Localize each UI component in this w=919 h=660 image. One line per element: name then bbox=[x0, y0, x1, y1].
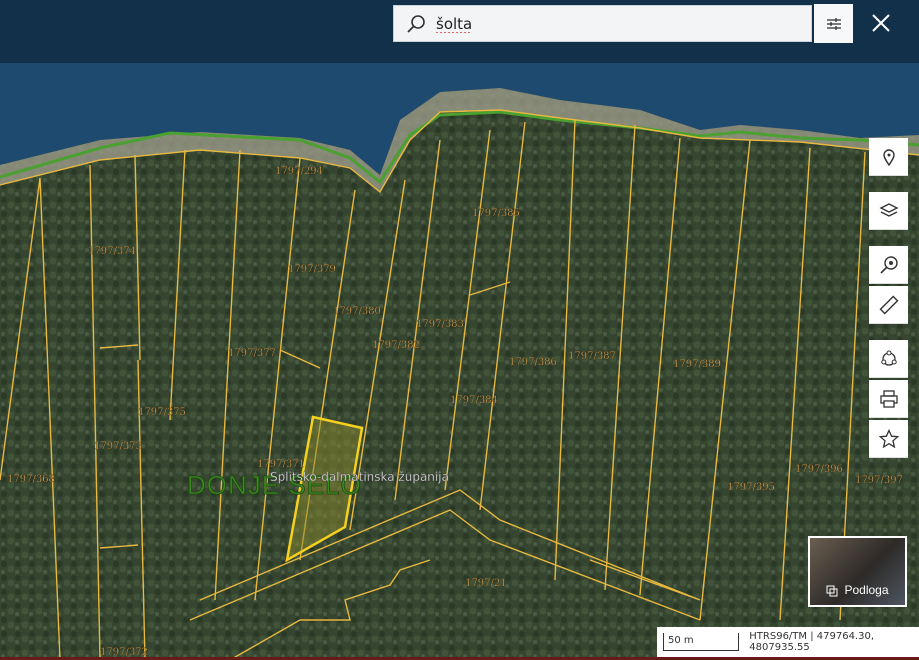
search-icon bbox=[407, 14, 425, 33]
location-pin-icon bbox=[882, 148, 895, 166]
star-icon bbox=[878, 428, 899, 448]
basemap-label: Podloga bbox=[844, 583, 889, 597]
ruler-icon bbox=[879, 295, 898, 314]
share-icon bbox=[880, 350, 897, 366]
basemap-switcher[interactable]: Podloga bbox=[808, 536, 907, 607]
parcel-label: 1797/386 bbox=[509, 357, 557, 368]
close-button[interactable] bbox=[866, 8, 896, 38]
parcel-label: 1797/375 bbox=[138, 407, 186, 418]
layers-button[interactable] bbox=[869, 192, 908, 230]
parcel-label: 1797/368 bbox=[7, 474, 55, 485]
filter-button[interactable] bbox=[814, 4, 853, 43]
search-box[interactable] bbox=[393, 5, 812, 42]
close-icon bbox=[872, 14, 890, 32]
favorite-button[interactable] bbox=[869, 420, 908, 458]
parcel-label: 1797/371 bbox=[257, 459, 305, 470]
parcel-label: 1797/395 bbox=[727, 482, 775, 493]
parcel-label: 1797/383 bbox=[416, 319, 464, 330]
layers-icon bbox=[878, 202, 899, 217]
coordinates-readout: HTRS96/TM | 479764.30, 4807935.55 bbox=[749, 631, 875, 653]
print-button[interactable] bbox=[869, 380, 908, 418]
location-button[interactable] bbox=[869, 138, 908, 176]
search-location-button[interactable] bbox=[869, 246, 908, 284]
search-location-icon bbox=[879, 255, 898, 274]
map-canvas[interactable]: 1797/294 1797/374 1797/379 1797/385 1797/380… bbox=[0, 63, 919, 660]
scale-label: 50 m bbox=[663, 633, 740, 651]
parcel-label: 1797/387 bbox=[568, 351, 616, 362]
region-label: Splitsko-dalmatinska županija bbox=[270, 470, 449, 484]
parcel-label: 1797/382 bbox=[372, 340, 420, 351]
parcel-label: 1797/379 bbox=[288, 264, 336, 275]
parcel-label: 1797/385 bbox=[472, 208, 520, 219]
sliders-icon bbox=[826, 17, 841, 30]
parcel-label: 1797/373 bbox=[94, 441, 142, 452]
basemap-icon bbox=[826, 585, 838, 597]
parcel-label: 1797/374 bbox=[88, 246, 136, 257]
parcel-label: 1797/377 bbox=[228, 348, 276, 359]
measure-button[interactable] bbox=[869, 286, 908, 324]
parcel-label: 1797/397 bbox=[855, 475, 903, 486]
top-bar bbox=[0, 0, 919, 63]
parcel-label: 1797/294 bbox=[275, 166, 323, 177]
parcel-label: 1797/389 bbox=[673, 359, 721, 370]
print-icon bbox=[879, 389, 898, 408]
share-button[interactable] bbox=[869, 340, 908, 378]
parcel-label: 1797/21 bbox=[465, 578, 507, 589]
parcel-label: 1797/396 bbox=[795, 464, 843, 475]
parcel-label: 1797/380 bbox=[333, 306, 381, 317]
search-input[interactable] bbox=[436, 14, 786, 33]
parcel-label: 1797/384 bbox=[450, 395, 498, 406]
scale-bar: 50 m HTRS96/TM | 479764.30, 4807935.55 bbox=[657, 627, 919, 657]
